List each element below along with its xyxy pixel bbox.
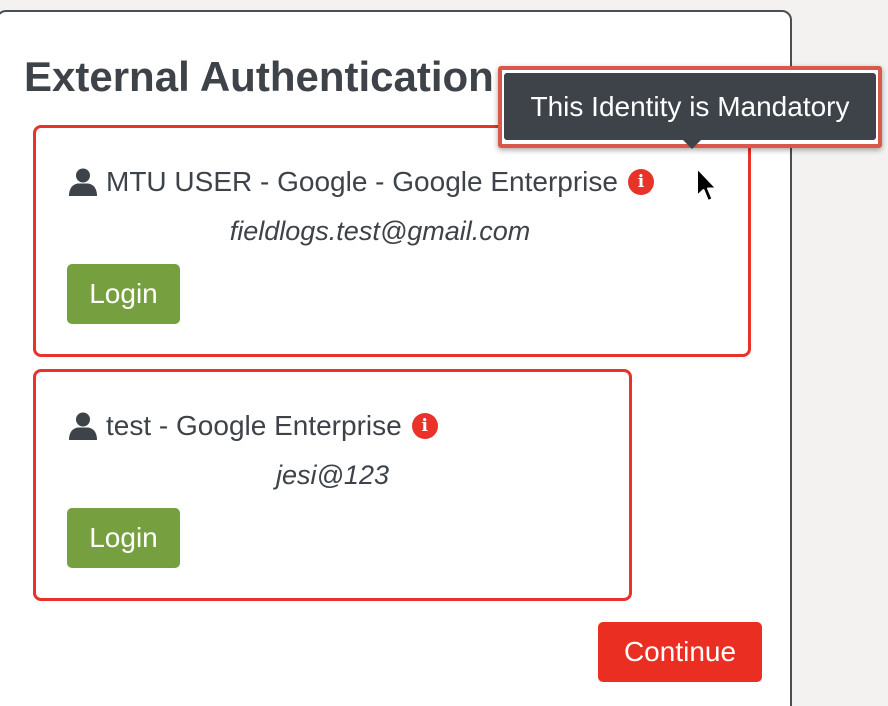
mouse-pointer-icon	[696, 167, 718, 202]
user-icon	[69, 412, 97, 440]
identity-name: test - Google Enterprise	[106, 410, 402, 441]
tooltip-arrow	[683, 140, 701, 149]
info-icon[interactable]: i	[627, 169, 654, 195]
info-icon[interactable]: i	[411, 413, 438, 439]
login-button[interactable]: Login	[67, 508, 180, 568]
identity-header: test - Google Enterprise i	[68, 410, 438, 442]
identity-email: fieldlogs.test@gmail.com	[229, 216, 531, 246]
identity-header: MTU USER - Google - Google Enterprise i	[68, 166, 654, 198]
continue-button[interactable]: Continue	[598, 622, 762, 682]
user-icon	[69, 168, 97, 196]
identity-email: jesi@123	[276, 460, 389, 490]
tooltip: This Identity is Mandatory	[504, 73, 876, 140]
login-button[interactable]: Login	[67, 264, 180, 324]
identity-name: MTU USER - Google - Google Enterprise	[106, 166, 618, 197]
page-title: External Authentication	[24, 53, 494, 100]
identity-card: test - Google Enterprise i jesi@123 Logi…	[33, 369, 632, 601]
identity-card: MTU USER - Google - Google Enterprise i …	[33, 125, 751, 357]
